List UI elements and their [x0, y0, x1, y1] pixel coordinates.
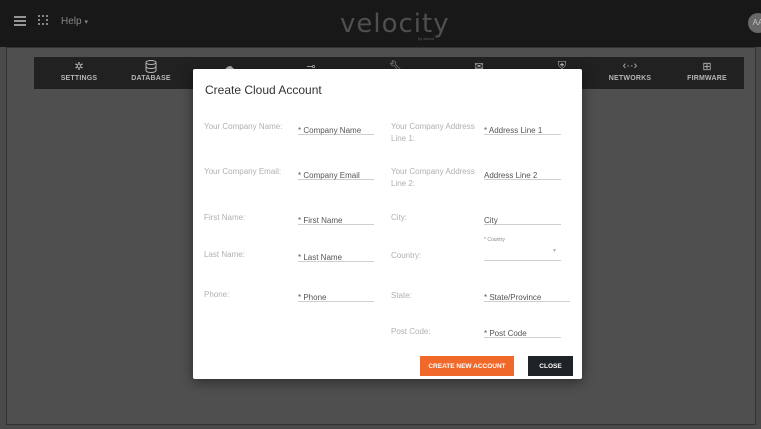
address-line-1-label: Your Company Address Line 1:: [391, 122, 475, 143]
company-email-field[interactable]: [298, 165, 374, 182]
city-input[interactable]: [484, 214, 561, 227]
address-line-2-field[interactable]: [484, 165, 561, 182]
create-cloud-account-dialog: Create Cloud Account Your Company Name: …: [193, 69, 582, 379]
post-code-field[interactable]: [484, 323, 561, 340]
country-select[interactable]: * Country ▼: [484, 237, 561, 261]
address-line-2-input[interactable]: [484, 169, 561, 182]
last-name-label: Last Name:: [204, 250, 245, 259]
company-email-label: Your Company Email:: [204, 167, 282, 176]
post-code-label: Post Code:: [391, 327, 431, 336]
dialog-title: Create Cloud Account: [205, 83, 322, 97]
post-code-input[interactable]: [484, 327, 561, 340]
state-field[interactable]: [484, 287, 570, 304]
dropdown-caret-icon: ▼: [552, 248, 557, 254]
city-field[interactable]: [484, 210, 561, 227]
first-name-field[interactable]: [298, 210, 374, 227]
address-line-2-label: Your Company Address Line 2:: [391, 167, 475, 188]
address-line-1-field[interactable]: [484, 120, 561, 137]
first-name-input[interactable]: [298, 214, 374, 227]
company-name-input[interactable]: [298, 124, 374, 137]
country-select-caption: * Country: [484, 237, 505, 243]
phone-field[interactable]: [298, 287, 374, 304]
last-name-input[interactable]: [298, 251, 374, 264]
close-button[interactable]: CLOSE: [528, 356, 573, 376]
state-label: State:: [391, 291, 412, 300]
company-email-input[interactable]: [298, 169, 374, 182]
company-name-label: Your Company Name:: [204, 122, 283, 131]
first-name-label: First Name:: [204, 213, 246, 222]
phone-label: Phone:: [204, 290, 230, 299]
company-name-field[interactable]: [298, 120, 374, 137]
create-new-account-button[interactable]: CREATE NEW ACCOUNT: [420, 356, 514, 376]
city-label: City:: [391, 213, 407, 222]
state-input[interactable]: [484, 291, 570, 304]
country-label: Country:: [391, 251, 422, 260]
address-line-1-input[interactable]: [484, 124, 561, 137]
phone-input[interactable]: [298, 291, 374, 304]
last-name-field[interactable]: [298, 247, 374, 264]
